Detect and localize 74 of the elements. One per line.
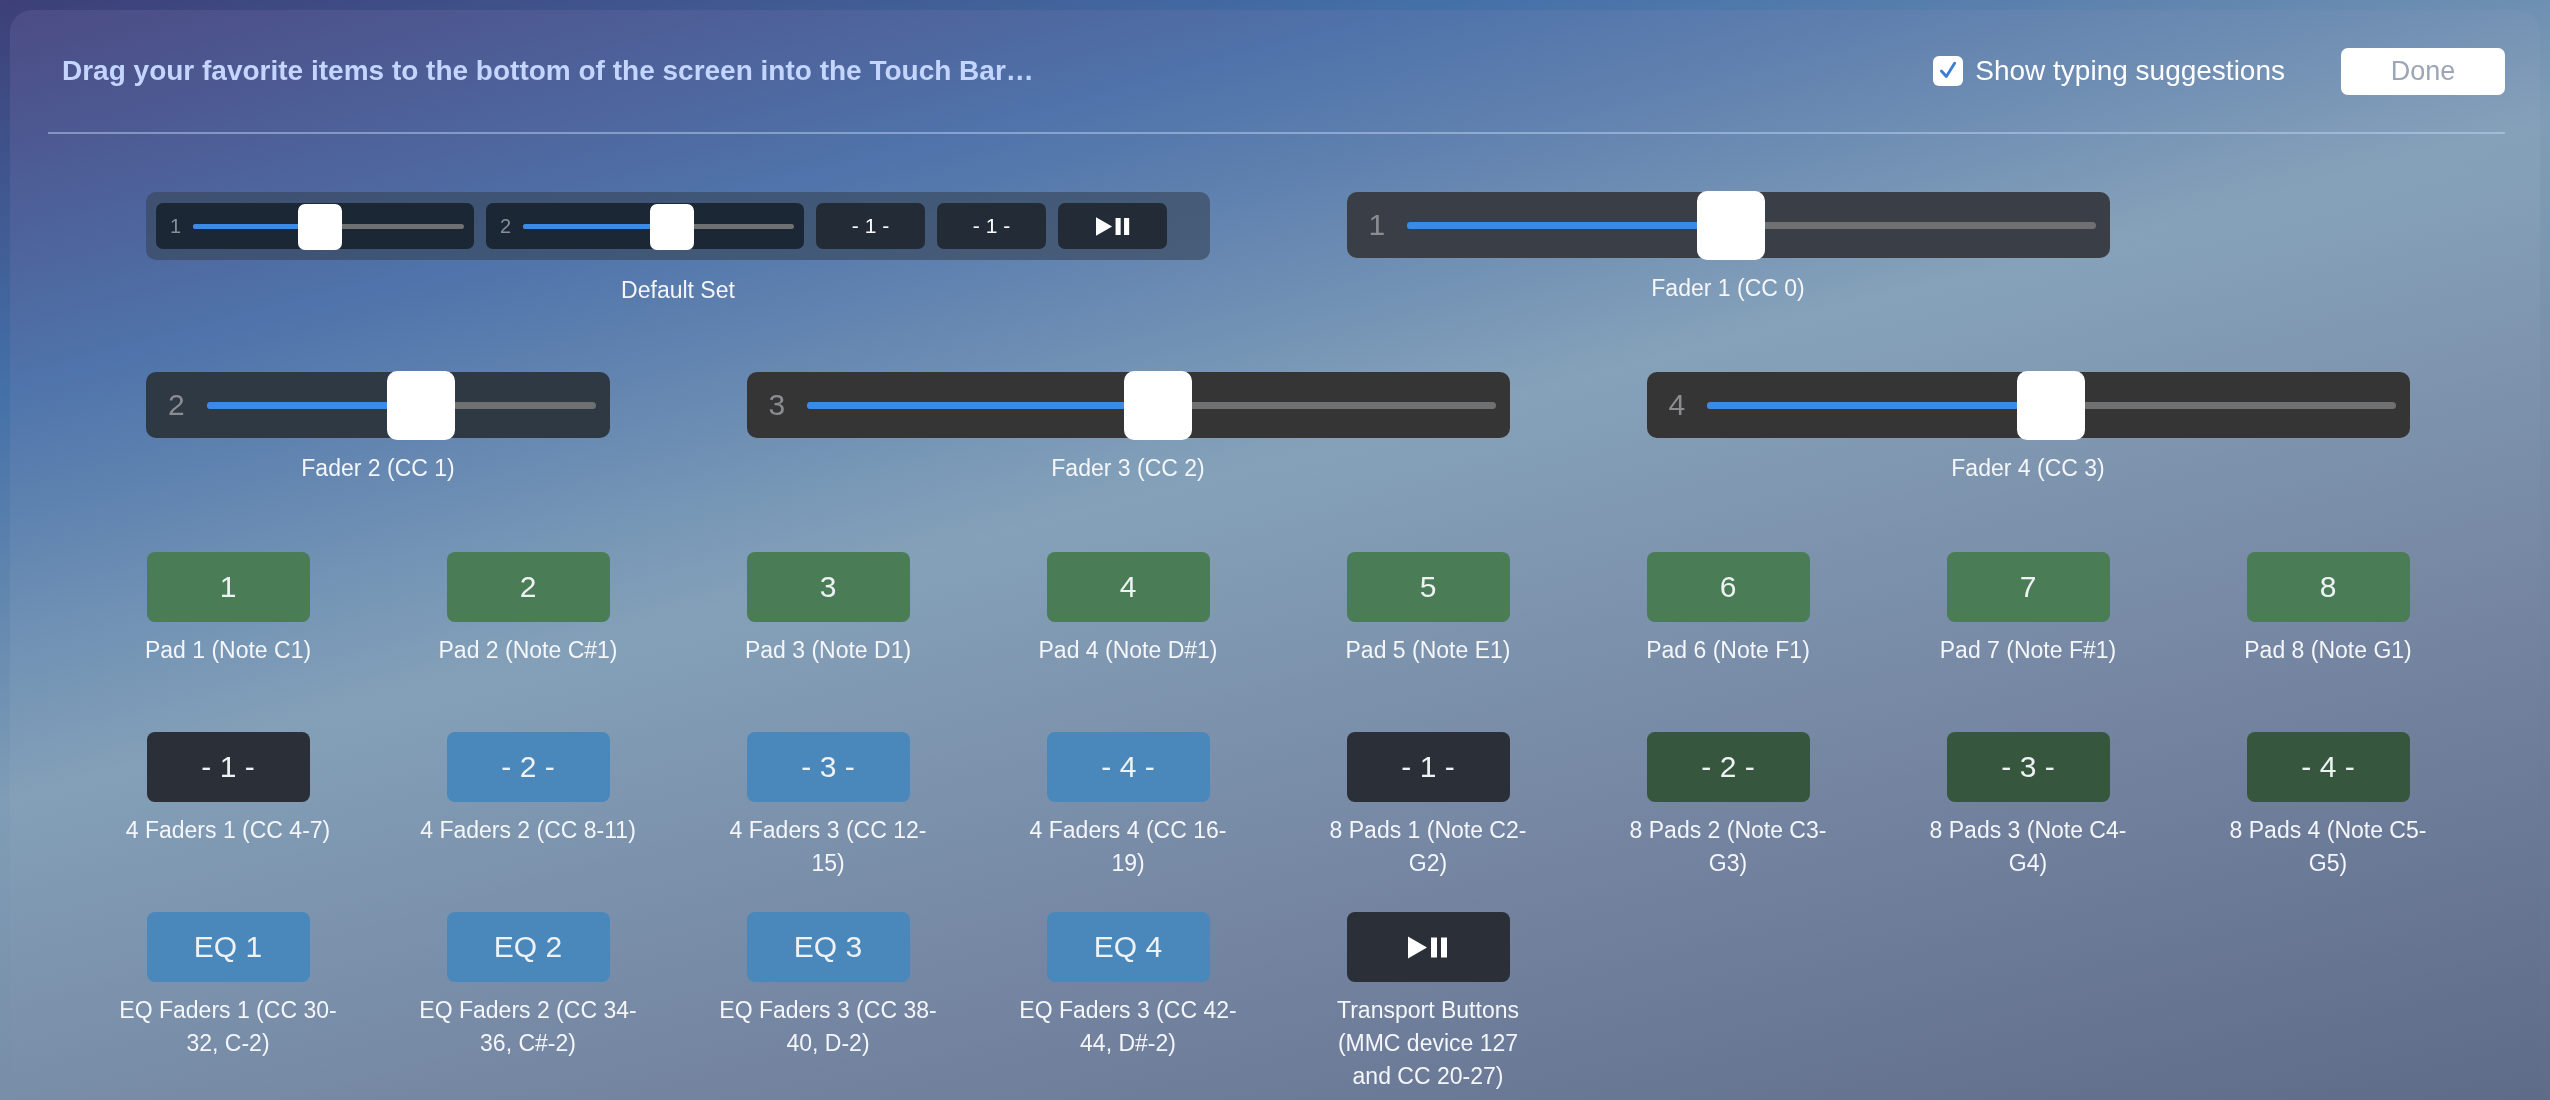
fader-strip[interactable]: 3 [746,372,1510,438]
fader-number: 3 [768,388,786,422]
checkbox[interactable] [1933,56,1964,86]
pad-button[interactable]: - 3 - [746,732,910,802]
item-label: Pad 6 (Note F1) [1646,636,1810,665]
pad-button[interactable]: 6 [1646,552,1810,622]
item-label: Pad 2 (Note C#1) [438,636,618,665]
pad-button[interactable]: 4 [1046,552,1210,622]
item-label: 4 Faders 3 (CC 12-15) [728,816,928,878]
transport-button[interactable] [1058,203,1167,249]
pad-button[interactable]: EQ 4 [1046,912,1210,982]
pad-button[interactable]: - 2 - [446,732,610,802]
transport-button[interactable] [1346,912,1510,982]
item-label: Pad 7 (Note F#1) [1939,636,2117,665]
pad-button[interactable]: - 1 - [146,732,310,802]
item-label: EQ Faders 1 (CC 30-32, C-2) [119,996,337,1058]
pad-button[interactable]: 2 [446,552,610,622]
play-pause-icon [1408,935,1448,959]
item-label: Fader 3 (CC 2) [1051,454,1205,483]
item-label: Transport Buttons (MMC device 127 and CC 20-27) [1336,996,1520,1091]
pad-button[interactable]: - 1 - [1346,732,1510,802]
mini-button[interactable]: - 1 - [937,203,1046,249]
checkbox-label: Show typing suggestions [1975,55,2285,87]
slider-number: 1 [170,214,182,238]
pad-button[interactable]: 8 [2246,552,2410,622]
fader-strip[interactable]: 2 [146,372,610,438]
item-label: EQ Faders 2 (CC 34-36, C#-2) [419,996,637,1058]
mini-slider[interactable]: 1 [156,203,474,249]
item-label: Fader 1 (CC 0) [1651,274,1805,303]
item-label: EQ Faders 3 (CC 42-44, D#-2) [1019,996,1237,1058]
pad-button[interactable]: EQ 2 [446,912,610,982]
fader-strip[interactable]: 1 [1346,192,2110,258]
item-label: 8 Pads 4 (Note C5-G5) [2228,816,2428,878]
slider-thumb[interactable] [1124,370,1193,440]
item-label: Fader 4 (CC 3) [1951,454,2105,483]
item-label: 4 Faders 4 (CC 16-19) [1028,816,1228,878]
pad-button[interactable]: 5 [1346,552,1510,622]
slider-thumb[interactable] [386,370,455,440]
pad-button[interactable]: EQ 1 [146,912,310,982]
pad-button[interactable]: - 2 - [1646,732,1810,802]
item-label: Pad 3 (Note D1) [744,636,912,665]
slider-thumb[interactable] [1696,190,1765,260]
play-pause-icon [1095,216,1130,236]
pad-button[interactable]: - 4 - [2246,732,2410,802]
item-label: Pad 8 (Note G1) [2244,636,2412,665]
slider-number: 2 [500,214,512,238]
mini-slider[interactable]: 2 [486,203,804,249]
item-label: Pad 1 (Note C1) [144,636,312,665]
pad-button[interactable]: - 3 - [1946,732,2110,802]
item-label: Fader 2 (CC 1) [301,454,455,483]
item-label: 4 Faders 1 (CC 4-7) [125,816,331,845]
item-label: 4 Faders 2 (CC 8-11) [420,816,636,845]
pad-button[interactable]: EQ 3 [746,912,910,982]
item-label: 8 Pads 3 (Note C4-G4) [1928,816,2128,878]
slider-thumb[interactable] [650,203,695,250]
fader-number: 2 [168,388,185,422]
item-label: Default Set [621,276,735,305]
pad-button[interactable]: 1 [146,552,310,622]
item-label: Pad 5 (Note E1) [1345,636,1511,665]
pad-button[interactable]: - 4 - [1046,732,1210,802]
item-label: Pad 4 (Note D#1) [1038,636,1218,665]
instruction-text: Drag your favorite items to the bottom of the screen into the Touch Bar… [62,55,1034,87]
slider-thumb[interactable] [298,203,343,250]
default-set-strip[interactable]: 1 2 - 1 - - 1 - [146,192,1210,260]
item-label: 8 Pads 2 (Note C3-G3) [1628,816,1828,878]
slider-thumb[interactable] [2017,370,2086,440]
fader-number: 1 [1368,208,1386,242]
fader-strip[interactable]: 4 [1646,372,2410,438]
fader-number: 4 [1668,388,1686,422]
item-label: 8 Pads 1 (Note C2-G2) [1328,816,1528,878]
pad-button[interactable]: 7 [1946,552,2110,622]
mini-button[interactable]: - 1 - [816,203,925,249]
item-label: EQ Faders 3 (CC 38-40, D-2) [719,996,937,1058]
pad-button[interactable]: 3 [746,552,910,622]
